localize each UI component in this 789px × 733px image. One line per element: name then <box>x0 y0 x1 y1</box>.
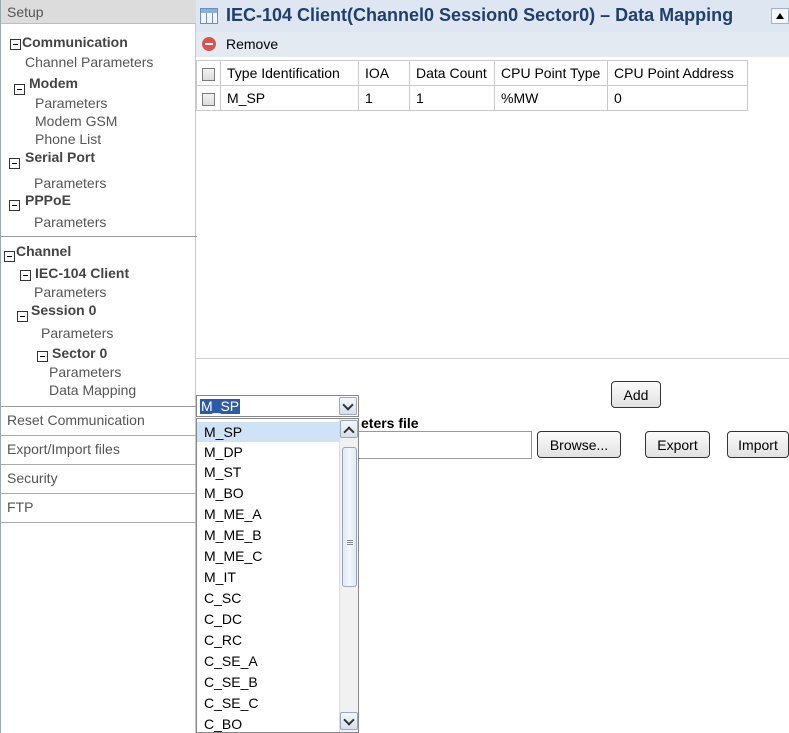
grip-icon <box>347 540 353 541</box>
dropdown-option[interactable]: M_BO <box>197 483 340 503</box>
remove-icon[interactable] <box>202 37 216 51</box>
menu-security[interactable]: Security <box>1 465 197 494</box>
dropdown-option[interactable]: M_ME_B <box>197 525 340 545</box>
dropdown-option[interactable]: C_SE_C <box>197 693 340 713</box>
menu-ftp[interactable]: FTP <box>1 494 197 523</box>
table-cell[interactable]: 0 <box>607 85 748 111</box>
tree-serial-parameters[interactable]: Parameters <box>34 175 106 191</box>
browse-button[interactable]: Browse... <box>537 431 621 458</box>
menu-reset-communication[interactable]: Reset Communication <box>1 407 197 436</box>
tree-iec104-client[interactable]: IEC-104 Client <box>35 265 129 281</box>
table-row[interactable]: M_SP 1 1 %MW 0 <box>196 85 748 111</box>
column-header[interactable]: Type Identification <box>220 60 359 86</box>
chevron-up-icon <box>343 426 355 438</box>
tree-data-mapping[interactable]: Data Mapping <box>49 382 136 398</box>
dropdown-option[interactable]: M_ST <box>197 462 340 482</box>
dropdown-option[interactable]: C_SE_B <box>197 672 340 692</box>
row-select-cell <box>196 85 221 111</box>
dropdown-option[interactable]: C_SC <box>197 588 340 608</box>
collapse-pppoe-icon[interactable] <box>9 200 20 211</box>
import-button[interactable]: Import <box>727 431 789 458</box>
tree-pppoe[interactable]: PPPoE <box>25 192 71 208</box>
table-cell[interactable]: 1 <box>409 85 495 111</box>
type-dropdown-list[interactable]: M_SP M_DP M_ST M_BO M_ME_A M_ME_B M_ME_C… <box>196 418 359 733</box>
select-all-cell <box>196 60 221 86</box>
tree-communication[interactable]: Communication <box>22 34 128 50</box>
chevron-down-icon <box>343 714 355 726</box>
tree-phone-list[interactable]: Phone List <box>35 131 101 147</box>
tree-session-parameters[interactable]: Parameters <box>41 325 113 341</box>
tree-modem-parameters[interactable]: Parameters <box>35 95 107 111</box>
selected-value: M_SP <box>200 398 241 414</box>
dropdown-scrollbar[interactable] <box>339 419 358 732</box>
column-header[interactable]: IOA <box>358 60 410 86</box>
dropdown-option[interactable]: M_ME_C <box>197 546 340 566</box>
add-button[interactable]: Add <box>611 381 661 408</box>
dropdown-option[interactable]: M_IT <box>197 567 340 587</box>
scrollbar-thumb[interactable] <box>342 447 357 587</box>
tree-sector-0[interactable]: Sector 0 <box>52 345 107 361</box>
setup-header: Setup <box>1 0 197 24</box>
panel-title-bar: IEC-104 Client(Channel0 Session0 Sector0… <box>196 0 789 32</box>
parameters-file-label: eters file <box>361 415 419 431</box>
chevron-down-icon <box>342 399 354 411</box>
collapse-panel-icon[interactable] <box>771 8 789 24</box>
collapse-modem-icon[interactable] <box>14 84 25 95</box>
collapse-serial-port-icon[interactable] <box>9 158 20 169</box>
tree-sector-parameters[interactable]: Parameters <box>49 364 121 380</box>
file-path-input[interactable] <box>340 431 532 459</box>
grid-bottom-border <box>196 358 789 359</box>
dropdown-option[interactable]: C_RC <box>197 630 340 650</box>
table-cell[interactable]: 1 <box>358 85 410 111</box>
table-cell[interactable]: M_SP <box>220 85 359 111</box>
collapse-session0-icon[interactable] <box>17 311 28 322</box>
export-button[interactable]: Export <box>645 431 710 458</box>
column-header[interactable]: Data Count <box>409 60 495 86</box>
dropdown-option[interactable]: M_SP <box>197 422 340 442</box>
scroll-up-button[interactable] <box>340 420 358 438</box>
tree-channel-parameters[interactable]: Channel Parameters <box>25 54 153 70</box>
scroll-down-button[interactable] <box>340 712 358 730</box>
table-header-row: Type Identification IOA Data Count CPU P… <box>196 60 748 86</box>
dropdown-toggle-button[interactable] <box>339 397 357 415</box>
tree-session-0[interactable]: Session 0 <box>31 302 96 318</box>
dropdown-option[interactable]: M_DP <box>197 442 340 462</box>
tree-pppoe-parameters[interactable]: Parameters <box>34 214 106 230</box>
collapse-iec104-icon[interactable] <box>20 270 31 281</box>
dropdown-option[interactable]: C_BO <box>197 714 340 732</box>
collapse-channel-icon[interactable] <box>4 251 15 262</box>
type-identification-select[interactable]: M_SP <box>196 395 359 417</box>
menu-export-import-files[interactable]: Export/Import files <box>1 436 197 465</box>
dropdown-option[interactable]: C_SE_A <box>197 651 340 671</box>
collapse-communication-icon[interactable] <box>10 39 21 50</box>
tree-modem[interactable]: Modem <box>29 75 78 91</box>
tree-iec104-parameters[interactable]: Parameters <box>34 284 106 300</box>
column-header[interactable]: CPU Point Address <box>607 60 748 86</box>
table-cell[interactable]: %MW <box>494 85 608 111</box>
column-header[interactable]: CPU Point Type <box>494 60 608 86</box>
panel-title: IEC-104 Client(Channel0 Session0 Sector0… <box>226 5 734 25</box>
remove-button[interactable]: Remove <box>226 36 278 52</box>
tree-channel[interactable]: Channel <box>16 243 71 259</box>
left-navigation: Setup Communication Channel Parameters M… <box>0 0 197 733</box>
data-mapping-table: Type Identification IOA Data Count CPU P… <box>196 60 748 111</box>
select-all-checkbox[interactable] <box>202 67 215 81</box>
tree-serial-port[interactable]: Serial Port <box>25 149 95 165</box>
row-checkbox[interactable] <box>202 92 215 106</box>
collapse-sector0-icon[interactable] <box>37 351 48 362</box>
nav-divider <box>1 236 197 237</box>
data-grid-icon <box>200 8 218 24</box>
dropdown-option[interactable]: M_ME_A <box>197 504 340 524</box>
grid-toolbar: Remove <box>196 32 789 57</box>
dropdown-option[interactable]: C_DC <box>197 609 340 629</box>
tree-modem-gsm[interactable]: Modem GSM <box>35 113 117 129</box>
